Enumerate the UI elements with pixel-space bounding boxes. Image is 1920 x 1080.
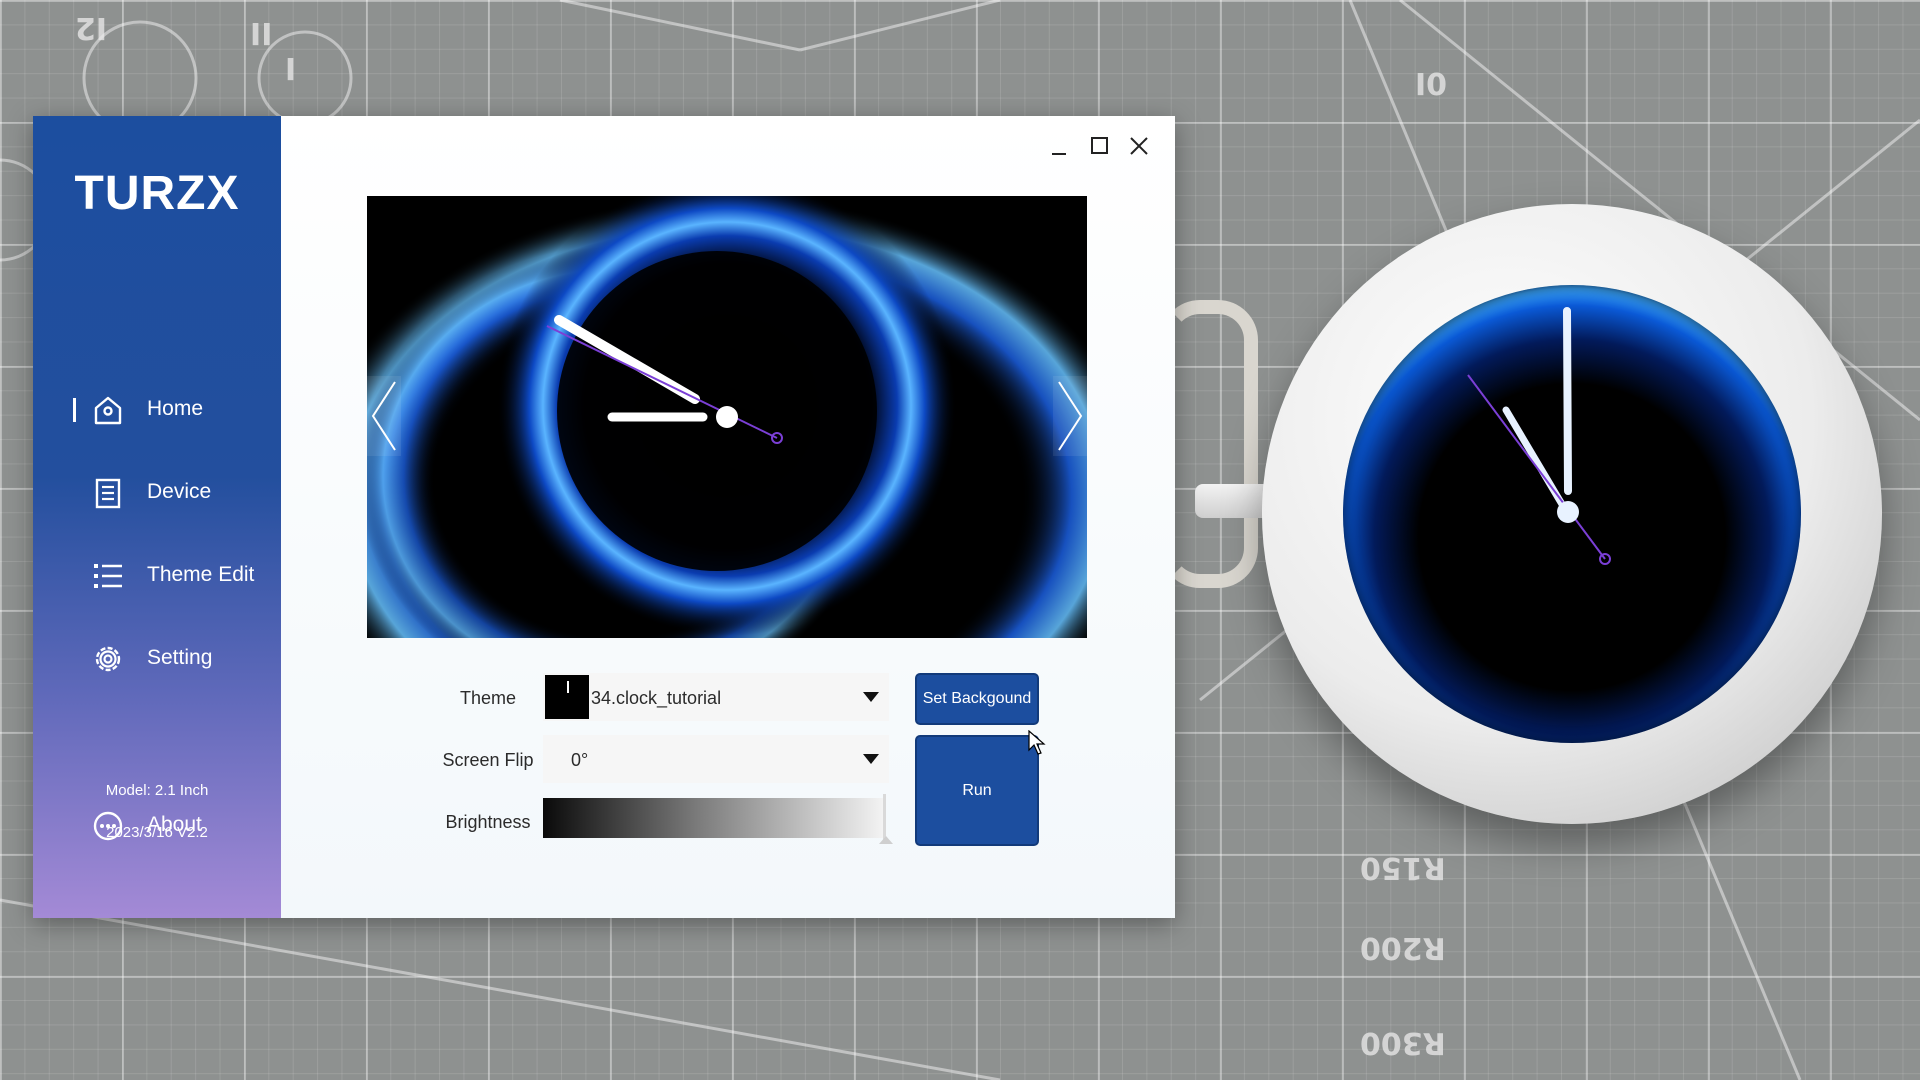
hour-hand (1563, 307, 1572, 495)
app-window: TURZX Home Device Theme Edit Setting Abo… (33, 116, 1175, 918)
sidebar-item-home[interactable]: Home (33, 380, 281, 440)
chevron-left-icon (371, 381, 396, 451)
previous-theme-button[interactable] (367, 376, 401, 456)
slider-marker-icon (879, 836, 893, 844)
theme-preview (367, 196, 1087, 638)
set-background-button[interactable]: Set Backgound (915, 673, 1039, 725)
minimize-button[interactable] (1041, 128, 1077, 164)
theme-label: Theme (459, 688, 517, 708)
chevron-right-icon (1058, 381, 1083, 451)
app-version: 2023/3/16 V2.2 (106, 824, 208, 841)
home-icon (94, 396, 122, 425)
theme-thumbnail (545, 675, 589, 719)
maximize-button[interactable] (1081, 128, 1117, 164)
close-button[interactable] (1121, 128, 1157, 164)
maximize-icon (1091, 137, 1108, 154)
mat-label: I (285, 50, 297, 85)
screen-flip-select[interactable]: 0° (543, 735, 889, 783)
hands-pivot (1557, 501, 1579, 523)
brightness-label: Brightness (445, 812, 531, 832)
sidebar: TURZX Home Device Theme Edit Setting Abo… (33, 116, 281, 918)
screen-flip-label: Screen Flip (442, 750, 534, 770)
list-icon (94, 564, 122, 588)
preview-clock-art (367, 196, 1087, 638)
mat-label: II (250, 15, 273, 50)
brightness-slider-thumb[interactable] (883, 794, 886, 842)
close-icon (1130, 137, 1148, 155)
mouse-cursor-icon (1028, 730, 1046, 755)
mat-label: 0I (1415, 65, 1448, 100)
theme-select[interactable]: 34.clock_tutorial (543, 673, 889, 721)
gear-icon (95, 646, 121, 672)
sidebar-item-label: Theme Edit (147, 563, 255, 586)
hands-pivot (716, 406, 738, 428)
caret-down-icon (863, 754, 879, 764)
screen-flip-value: 0° (571, 750, 589, 770)
mat-label: R300 (1360, 1025, 1446, 1060)
device-model: Model: 2.1 Inch (105, 782, 209, 799)
mat-label: I2 (75, 10, 108, 45)
device-clock-face (1467, 307, 1611, 565)
sidebar-item-label: Home (147, 397, 204, 420)
minimize-icon (1052, 153, 1066, 155)
brightness-slider[interactable] (543, 794, 893, 844)
next-theme-button[interactable] (1053, 376, 1087, 456)
caret-down-icon (863, 692, 879, 702)
sidebar-item-setting[interactable]: Setting (33, 629, 281, 689)
sidebar-item-theme-edit[interactable]: Theme Edit (33, 546, 281, 606)
sidebar-item-device[interactable]: Device (33, 463, 281, 523)
theme-select-value: 34.clock_tutorial (591, 688, 722, 708)
brand-logo: TURZX (74, 167, 240, 220)
sidebar-item-label: Device (147, 480, 212, 503)
device-screen (1343, 285, 1801, 743)
sidebar-item-label: Setting (147, 646, 213, 669)
active-indicator (73, 398, 76, 422)
document-icon (95, 478, 121, 509)
run-button[interactable]: Run (915, 735, 1039, 846)
mat-label: R200 (1360, 930, 1446, 965)
second-hand (1467, 374, 1606, 560)
mat-label: R150 (1360, 850, 1446, 885)
main-content: Theme 34.clock_tutorial Screen Flip 0° B… (281, 116, 1175, 918)
